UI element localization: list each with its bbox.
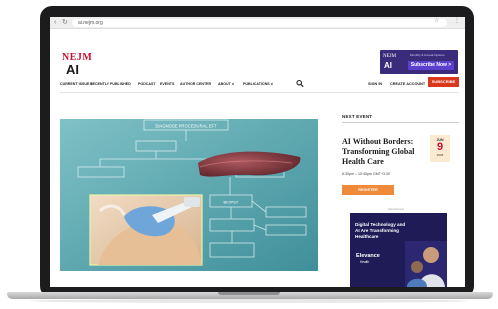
nav-item-author-center[interactable]: AUTHOR CENTER bbox=[180, 80, 211, 88]
back-icon[interactable]: ‹ bbox=[54, 19, 56, 27]
nav-item-podcast[interactable]: PODCAST bbox=[138, 80, 156, 88]
ad-logo-nejm: NEJM bbox=[383, 54, 397, 59]
header-ad-banner[interactable]: NEJM AI Monthly & Annual Options Subscri… bbox=[380, 50, 458, 74]
browser-toolbar: ‹ ↻ ai.nejm.org ☆ ⋮ bbox=[50, 17, 465, 29]
photo-stage: ‹ ↻ ai.nejm.org ☆ ⋮ NEJM AI NEJM AI Mont… bbox=[0, 0, 498, 309]
next-event-divider bbox=[342, 122, 459, 123]
next-event-heading: NEXT EVENT bbox=[342, 114, 373, 119]
ad-subscribe-button[interactable]: Subscribe Now > bbox=[408, 61, 454, 70]
sidebar-ad-brand-sub: Health bbox=[360, 260, 370, 264]
ad-note: Monthly & Annual Options bbox=[410, 53, 445, 57]
laptop-notch bbox=[218, 292, 280, 295]
advertisement-label: Advertisement bbox=[388, 208, 404, 211]
sidebar-ad[interactable]: Digital Technology and AI Are Transformi… bbox=[350, 213, 447, 287]
diagram-label: DIAGNOSE PROCEDURAL EFT bbox=[155, 124, 217, 129]
nav-item-publications[interactable]: PUBLICATIONS ∨ bbox=[243, 80, 273, 88]
create-account-link[interactable]: CREATE ACCOUNT bbox=[390, 80, 425, 88]
diagram-box-label: BIOPSY bbox=[224, 200, 239, 205]
nav-item-about[interactable]: ABOUT ∨ bbox=[218, 80, 234, 88]
event-year: 2025 bbox=[436, 153, 444, 157]
event-day: 9 bbox=[436, 141, 444, 153]
laptop-screen: ‹ ↻ ai.nejm.org ☆ ⋮ NEJM AI NEJM AI Mont… bbox=[50, 17, 465, 287]
laptop-shadow bbox=[30, 299, 468, 303]
subscribe-button[interactable]: SUBSCRIBE bbox=[428, 77, 459, 87]
site-logo-ai[interactable]: AI bbox=[66, 62, 79, 77]
address-bar[interactable]: ai.nejm.org bbox=[72, 19, 447, 27]
event-date-badge: JUN 9 2025 bbox=[430, 135, 450, 162]
search-icon[interactable] bbox=[296, 79, 304, 88]
sidebar-ad-brand: Elevance bbox=[356, 253, 380, 259]
nav-item-recently-published[interactable]: RECENTLY PUBLISHED bbox=[90, 80, 131, 88]
nav-item-events[interactable]: EVENTS bbox=[160, 80, 174, 88]
hero-illustration: DIAGNOSE PROCEDURAL EFT BIOPSY bbox=[60, 119, 318, 271]
event-title[interactable]: AI Without Borders: Transforming Global … bbox=[342, 137, 434, 167]
ad-logo-ai: AI bbox=[384, 61, 392, 70]
bookmark-icon[interactable]: ☆ bbox=[434, 18, 439, 25]
event-time: 8:30pm – 10:45pm GMT+3:30 bbox=[342, 172, 391, 176]
sign-in-link[interactable]: SIGN IN bbox=[368, 80, 382, 88]
hero-image[interactable]: DIAGNOSE PROCEDURAL EFT BIOPSY bbox=[60, 119, 318, 271]
nav-divider bbox=[60, 92, 459, 93]
nav-item-current-issue[interactable]: CURRENT ISSUE ∨ bbox=[60, 80, 93, 88]
sidebar-ad-photo bbox=[405, 241, 447, 287]
register-button[interactable]: REGISTER bbox=[342, 185, 394, 195]
sidebar-ad-headline: Digital Technology and AI Are Transformi… bbox=[355, 222, 406, 239]
browser-menu-icon[interactable]: ⋮ bbox=[454, 18, 460, 25]
reload-icon[interactable]: ↻ bbox=[62, 19, 68, 27]
url-text: ai.nejm.org bbox=[78, 20, 103, 26]
